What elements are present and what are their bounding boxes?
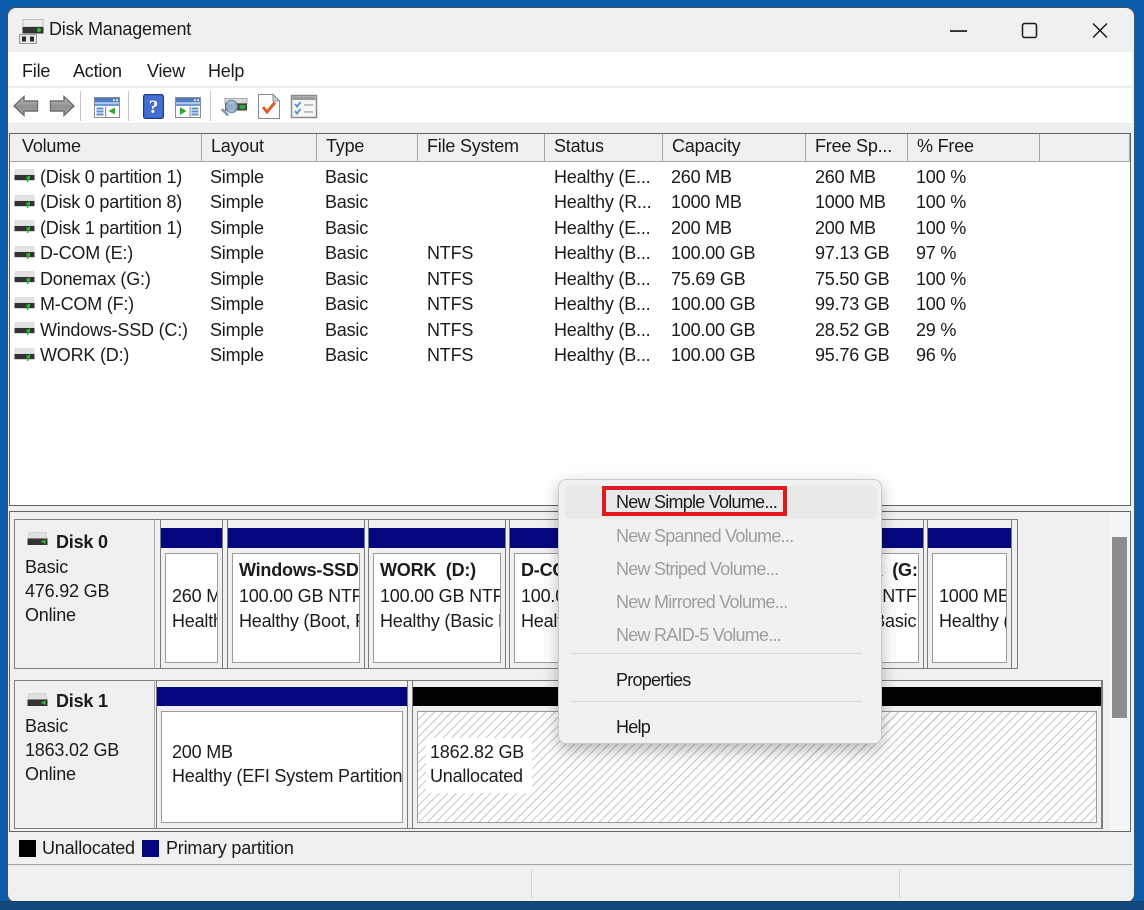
svg-text:?: ?	[149, 97, 159, 118]
